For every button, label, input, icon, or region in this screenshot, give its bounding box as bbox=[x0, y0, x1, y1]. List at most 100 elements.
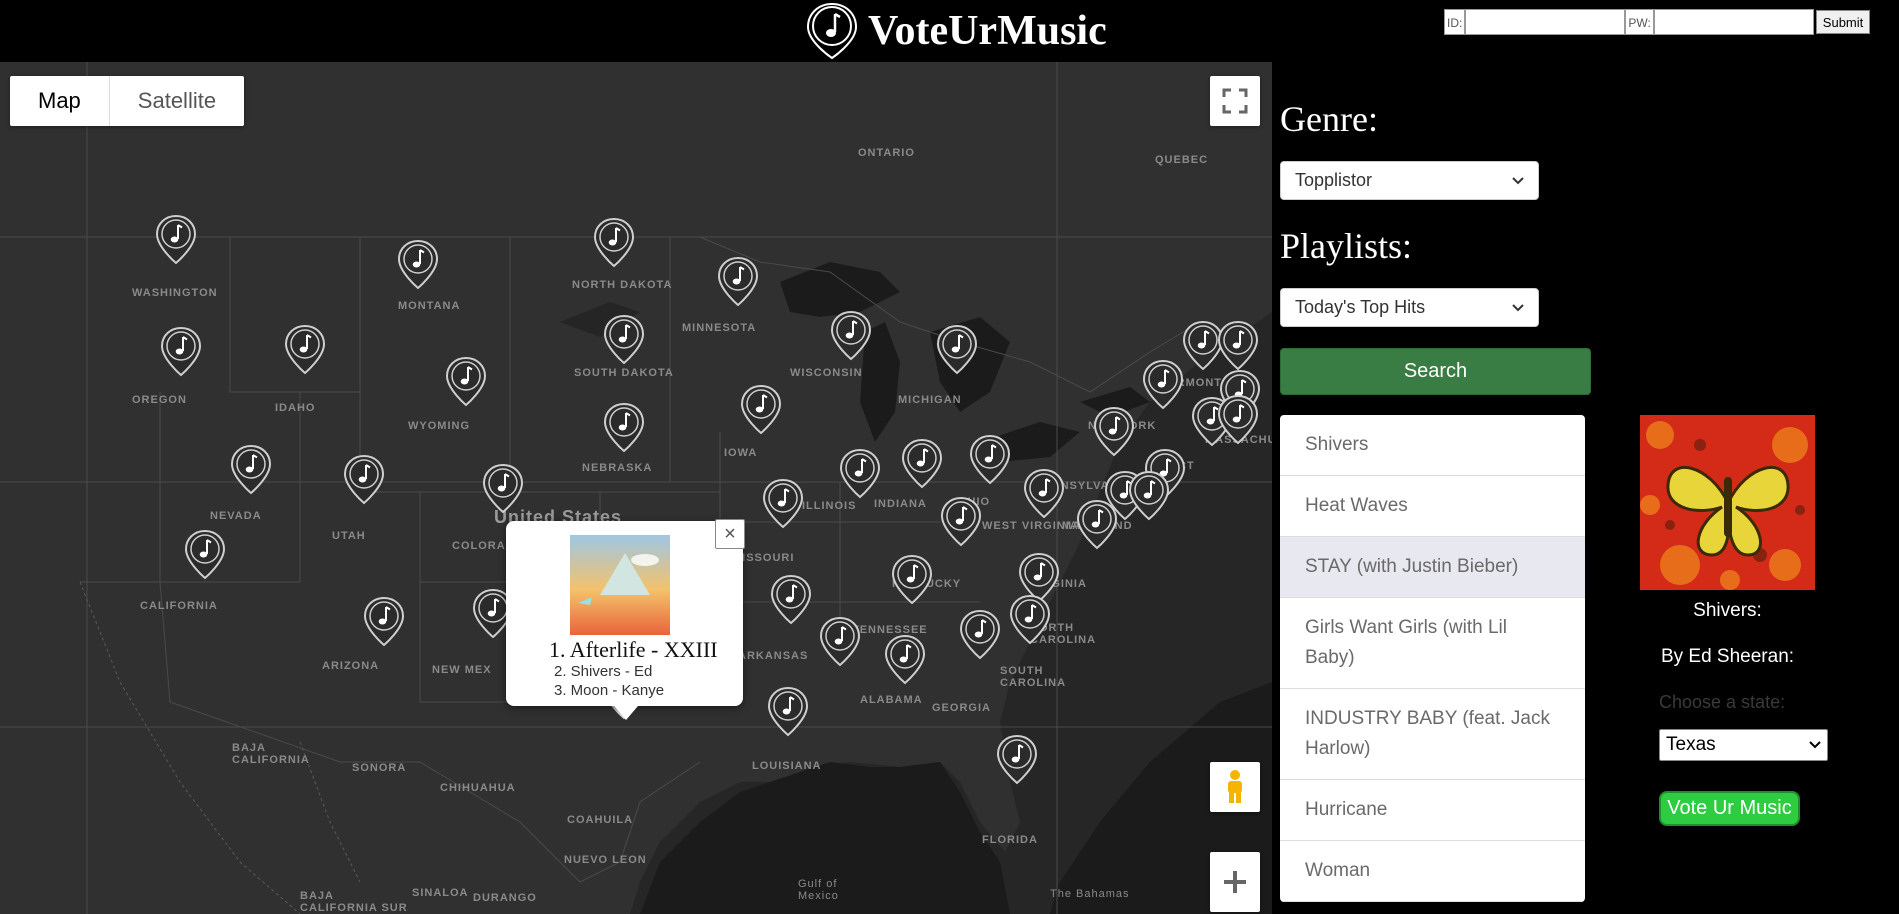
region-label: GEORGIA bbox=[932, 702, 991, 714]
music-marker-icon[interactable] bbox=[1141, 359, 1185, 411]
list-item[interactable]: Heat Waves bbox=[1280, 476, 1585, 537]
music-marker-icon[interactable] bbox=[342, 454, 386, 506]
music-marker-icon[interactable] bbox=[900, 438, 944, 490]
music-marker-icon[interactable] bbox=[283, 324, 327, 376]
zoom-in-button[interactable] bbox=[1210, 852, 1260, 912]
music-marker-icon[interactable] bbox=[829, 310, 873, 362]
music-marker-icon[interactable] bbox=[716, 256, 760, 308]
region-label: WISCONSIN bbox=[790, 367, 863, 379]
tab-satellite[interactable]: Satellite bbox=[110, 76, 244, 126]
list-item[interactable]: Hurricane bbox=[1280, 780, 1585, 841]
region-label: NEVADA bbox=[210, 510, 262, 522]
music-marker-icon[interactable] bbox=[1216, 394, 1260, 446]
region-label: NORTH DAKOTA bbox=[572, 279, 673, 291]
list-item[interactable]: Girls Want Girls (with Lil Baby) bbox=[1280, 598, 1585, 689]
now-title: Shivers: bbox=[1693, 600, 1762, 621]
music-marker-icon[interactable] bbox=[159, 326, 203, 378]
music-marker-icon[interactable] bbox=[396, 239, 440, 291]
state-select[interactable]: Texas bbox=[1659, 729, 1828, 761]
brand[interactable]: VoteUrMusic bbox=[804, 0, 1107, 62]
music-marker-icon[interactable] bbox=[481, 463, 525, 515]
music-marker-icon[interactable] bbox=[602, 402, 646, 454]
region-label: SONORA bbox=[352, 762, 407, 774]
region-label: DURANGO bbox=[473, 892, 537, 904]
music-marker-icon[interactable] bbox=[958, 609, 1002, 661]
playlists-heading: Playlists: bbox=[1280, 226, 1413, 266]
region-label: CHIHUAHUA bbox=[440, 782, 516, 794]
album-art-shivers bbox=[1640, 415, 1815, 590]
music-marker-icon[interactable] bbox=[1022, 468, 1066, 520]
region-label: WASHINGTON bbox=[132, 287, 218, 299]
music-marker-icon[interactable] bbox=[939, 496, 983, 548]
music-marker-icon[interactable] bbox=[1216, 320, 1260, 372]
search-button[interactable]: Search bbox=[1280, 348, 1591, 395]
music-marker-icon[interactable] bbox=[818, 616, 862, 668]
music-marker-icon[interactable] bbox=[1092, 406, 1136, 458]
region-label: CALIFORNIA bbox=[140, 600, 218, 612]
id-input[interactable] bbox=[1465, 9, 1626, 35]
region-label: COAHUILA bbox=[567, 814, 634, 826]
region-label: OREGON bbox=[132, 394, 187, 406]
region-label: SOUTH CAROLINA bbox=[1000, 665, 1067, 689]
street-view-button[interactable] bbox=[1210, 762, 1260, 812]
region-label: ARIZONA bbox=[322, 660, 380, 672]
region-label: MICHIGAN bbox=[898, 394, 962, 406]
music-marker-icon[interactable] bbox=[362, 596, 406, 648]
genre-select-value: Topplistor bbox=[1295, 170, 1373, 190]
music-marker-icon[interactable] bbox=[739, 384, 783, 436]
music-marker-icon[interactable] bbox=[968, 434, 1012, 486]
region-label: SINALOA bbox=[412, 887, 469, 899]
music-marker-icon[interactable] bbox=[592, 217, 636, 269]
region-label: ARKANSAS bbox=[738, 650, 809, 662]
playlist-select-value: Today's Top Hits bbox=[1295, 297, 1426, 317]
state-prompt: Choose a state: bbox=[1659, 692, 1786, 712]
close-popup-button[interactable]: × bbox=[715, 519, 745, 549]
music-marker-icon[interactable] bbox=[935, 324, 979, 376]
list-item[interactable]: STAY (with Justin Bieber) bbox=[1280, 537, 1585, 598]
region-label: BAJA CALIFORNIA bbox=[232, 742, 310, 766]
genre-select[interactable]: Topplistor bbox=[1280, 161, 1539, 200]
music-marker-icon[interactable] bbox=[1075, 499, 1119, 551]
music-marker-icon[interactable] bbox=[602, 314, 646, 366]
list-item[interactable]: Woman bbox=[1280, 841, 1585, 902]
music-marker-icon[interactable] bbox=[444, 356, 488, 408]
plus-icon bbox=[1224, 871, 1246, 893]
state-select-value: Texas bbox=[1666, 734, 1716, 755]
id-label: ID: bbox=[1444, 9, 1466, 35]
vote-button[interactable]: Vote Ur Music bbox=[1659, 791, 1800, 826]
music-marker-icon[interactable] bbox=[838, 448, 882, 500]
region-label: WEST VIRGINIA bbox=[982, 520, 1079, 532]
region-label: NUEVO LEON bbox=[564, 854, 647, 866]
playlist-select[interactable]: Today's Top Hits bbox=[1280, 288, 1539, 327]
region-label: IDAHO bbox=[275, 402, 316, 414]
music-marker-icon[interactable] bbox=[769, 574, 813, 626]
pw-label: PW: bbox=[1625, 9, 1654, 35]
region-label: Gulf of Mexico bbox=[798, 878, 839, 902]
music-marker-icon[interactable] bbox=[229, 444, 273, 496]
region-label: ONTARIO bbox=[858, 147, 915, 159]
pw-input[interactable] bbox=[1653, 9, 1814, 35]
tab-map[interactable]: Map bbox=[10, 76, 110, 126]
album-art-afterlife bbox=[570, 535, 670, 635]
music-marker-icon[interactable] bbox=[1008, 594, 1052, 646]
region-label: SOUTH DAKOTA bbox=[574, 367, 674, 379]
map[interactable]: ONTARIO QUEBEC WASHINGTON MONTANA NORTH … bbox=[0, 62, 1272, 914]
list-item[interactable]: INDUSTRY BABY (feat. Jack Harlow) bbox=[1280, 689, 1585, 780]
music-marker-icon[interactable] bbox=[183, 529, 227, 581]
music-marker-icon[interactable] bbox=[1127, 470, 1171, 522]
fullscreen-button[interactable] bbox=[1210, 76, 1260, 126]
music-marker-icon[interactable] bbox=[766, 686, 810, 738]
list-item[interactable]: Shivers bbox=[1280, 415, 1585, 476]
music-marker-icon[interactable] bbox=[154, 214, 198, 266]
submit-button[interactable]: Submit bbox=[1815, 10, 1871, 34]
region-label: MONTANA bbox=[398, 300, 461, 312]
music-marker-icon[interactable] bbox=[761, 478, 805, 530]
info-window: × 1. Afterlife - XXIII 2. Shivers - Ed 3… bbox=[506, 519, 745, 720]
music-marker-icon[interactable] bbox=[883, 634, 927, 686]
popup-rank-2: 2. Shivers - Ed bbox=[554, 663, 653, 680]
music-marker-icon[interactable] bbox=[995, 734, 1039, 786]
popup-rank-3: 3. Moon - Kanye bbox=[554, 682, 665, 699]
music-marker-icon[interactable] bbox=[890, 554, 934, 606]
region-label: ILLINOIS bbox=[802, 500, 857, 512]
region-label: BAJA CALIFORNIA SUR bbox=[300, 890, 408, 914]
